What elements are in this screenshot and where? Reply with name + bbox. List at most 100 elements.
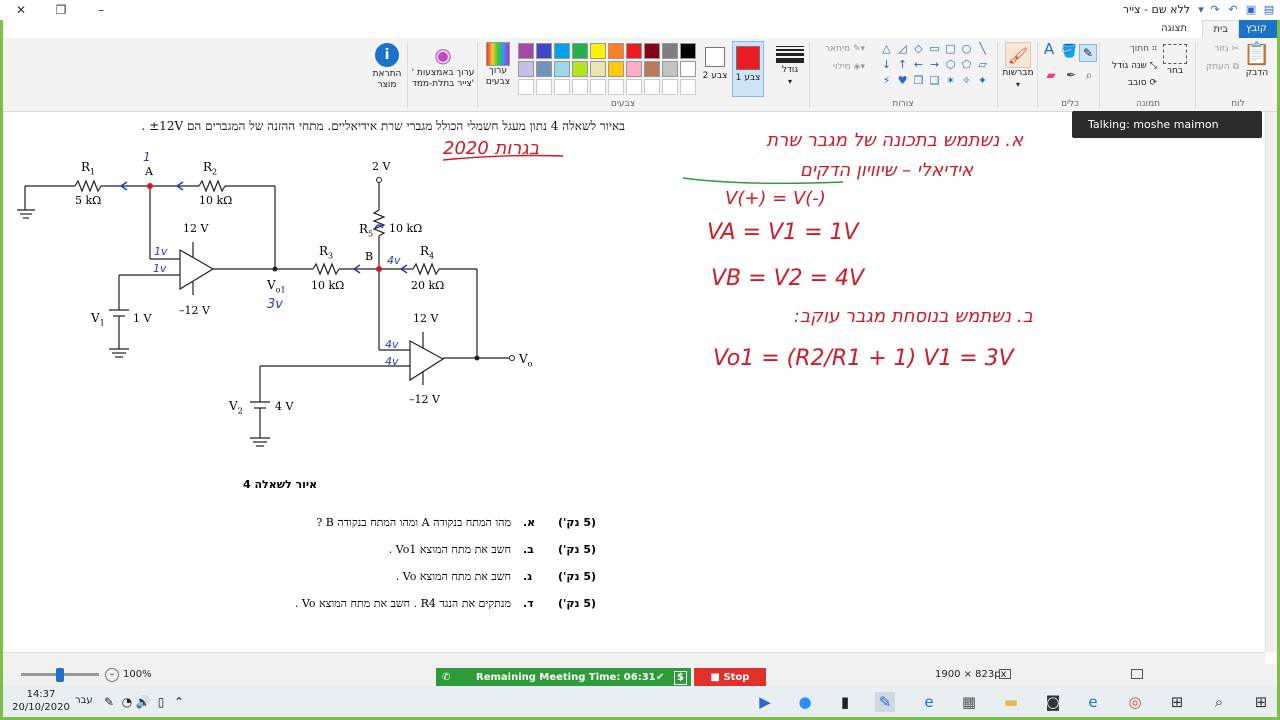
- palette-swatch[interactable]: [572, 43, 588, 59]
- shape-option[interactable]: ↑: [895, 58, 910, 72]
- shape-option[interactable]: ↓: [879, 58, 894, 72]
- shape-option[interactable]: ○: [959, 42, 974, 56]
- palette-swatch-empty[interactable]: [680, 79, 696, 95]
- product-alert-button[interactable]: i התראת מוצר: [369, 42, 405, 91]
- close-icon[interactable]: ✕: [12, 2, 30, 18]
- palette-swatch[interactable]: [554, 61, 570, 77]
- undo-icon[interactable]: ↶: [1226, 3, 1240, 17]
- shape-option[interactable]: ╲: [975, 42, 990, 56]
- palette-swatch[interactable]: [662, 61, 678, 77]
- shape-option[interactable]: ❐: [911, 74, 926, 88]
- start-icon[interactable]: ⊞: [1251, 692, 1271, 712]
- shape-option[interactable]: →: [927, 58, 942, 72]
- ie-icon[interactable]: e: [919, 692, 939, 712]
- chrome-icon[interactable]: ◎: [1125, 692, 1145, 712]
- palette-swatch[interactable]: [626, 61, 642, 77]
- shape-option[interactable]: ▱: [975, 58, 990, 72]
- zoom-out-icon[interactable]: –: [105, 668, 119, 682]
- stop-share-button[interactable]: ■ Stop Share: [694, 668, 766, 702]
- tab-home[interactable]: בית: [1202, 20, 1239, 38]
- palette-swatch[interactable]: [590, 61, 606, 77]
- select-button[interactable]: בחר: [1159, 42, 1191, 77]
- shape-option[interactable]: ⬡: [943, 58, 958, 72]
- palette-swatch-empty[interactable]: [662, 79, 678, 95]
- paste-button[interactable]: 📋 הדבק: [1241, 42, 1273, 79]
- chevron-up-icon[interactable]: ⌃: [169, 692, 189, 712]
- meet-icon[interactable]: ▶: [755, 692, 775, 712]
- paint-canvas[interactable]: באיור לשאלה 4 נתון מעגל חשמלי הכולל מגבר…: [3, 112, 1265, 652]
- copy-button[interactable]: העתק ⧉: [1199, 62, 1239, 73]
- fill-button[interactable]: מילוי ◈▾: [815, 62, 865, 73]
- shape-option[interactable]: ⬠: [959, 58, 974, 72]
- zoom-slider-thumb[interactable]: [56, 668, 64, 682]
- pen-icon[interactable]: ✎: [99, 692, 119, 712]
- size-button[interactable]: גודל ▾: [773, 42, 807, 87]
- paint-app-icon[interactable]: ✎: [875, 692, 895, 712]
- battery-icon[interactable]: ▯: [151, 692, 171, 712]
- pencil-tool-icon[interactable]: ✎: [1079, 44, 1097, 62]
- palette-swatch[interactable]: [626, 43, 642, 59]
- minimize-icon[interactable]: –: [92, 2, 110, 18]
- palette-swatch[interactable]: [680, 43, 696, 59]
- palette-swatch-empty[interactable]: [644, 79, 660, 95]
- crop-button[interactable]: חתוך ⌗: [1103, 44, 1157, 55]
- fill-tool-icon[interactable]: 🪣: [1061, 45, 1077, 58]
- shape-option[interactable]: ✶: [943, 74, 958, 88]
- horizontal-scrollbar[interactable]: [3, 652, 1265, 664]
- customize-icon[interactable]: ▾: [1194, 3, 1208, 17]
- input-language[interactable]: עבר: [75, 695, 93, 706]
- palette-swatch-empty[interactable]: [590, 79, 606, 95]
- palette-swatch[interactable]: [644, 43, 660, 59]
- shape-option[interactable]: ⚡: [879, 74, 894, 88]
- restore-icon[interactable]: ❐: [52, 2, 70, 18]
- magnifier-icon[interactable]: ⌕: [1081, 69, 1097, 81]
- vertical-scrollbar[interactable]: [1265, 112, 1277, 652]
- edge-icon[interactable]: e: [1083, 692, 1103, 712]
- text-tool-icon[interactable]: A: [1041, 42, 1057, 57]
- eraser-tool-icon[interactable]: ▰: [1043, 69, 1059, 81]
- rotate-button[interactable]: סובב ⟳: [1103, 78, 1157, 89]
- shape-option[interactable]: ❏: [927, 74, 942, 88]
- shape-option[interactable]: ✧: [959, 74, 974, 88]
- shape-option[interactable]: ◿: [895, 42, 910, 56]
- shape-option[interactable]: ←: [911, 58, 926, 72]
- paint3d-button[interactable]: ◉ ערוך באמצעות ' צייר בתלת-ממד': [411, 42, 475, 90]
- usb-icon[interactable]: ▮: [835, 692, 855, 712]
- shape-option[interactable]: △: [879, 42, 894, 56]
- shape-option[interactable]: □: [943, 42, 958, 56]
- palette-swatch[interactable]: [536, 43, 552, 59]
- palette-swatch[interactable]: [662, 43, 678, 59]
- palette-swatch[interactable]: [608, 61, 624, 77]
- zoom-app-icon[interactable]: ●: [795, 692, 815, 712]
- shape-option[interactable]: ✦: [975, 74, 990, 88]
- palette-swatch[interactable]: [680, 61, 696, 77]
- clock[interactable]: 14:37 20/10/2020: [11, 688, 71, 714]
- save-icon[interactable]: ▣: [1244, 3, 1258, 17]
- palette-swatch-empty[interactable]: [536, 79, 552, 95]
- palette-swatch[interactable]: [518, 61, 534, 77]
- edit-colors-button[interactable]: ערוך צבעים: [481, 42, 515, 88]
- palette-swatch[interactable]: [644, 61, 660, 77]
- color1-button[interactable]: צבע 1: [732, 41, 764, 97]
- shape-option[interactable]: ▭: [927, 42, 942, 56]
- volume-icon[interactable]: 🔊: [133, 692, 153, 712]
- shape-option[interactable]: ♥: [895, 74, 910, 88]
- tab-file[interactable]: קובץ: [1236, 20, 1277, 38]
- search-icon[interactable]: ⌕: [1209, 692, 1229, 712]
- color2-button[interactable]: צבע 2: [700, 41, 730, 82]
- palette-swatch[interactable]: [572, 61, 588, 77]
- resize-button[interactable]: שנה גודל ⤡: [1103, 61, 1157, 72]
- tab-view[interactable]: תצוגה: [1151, 20, 1197, 38]
- shape-option[interactable]: ◇: [911, 42, 926, 56]
- palette-swatch[interactable]: [608, 43, 624, 59]
- color-picker-icon[interactable]: ✒: [1063, 69, 1079, 81]
- palette-swatch[interactable]: [554, 43, 570, 59]
- palette-swatch-empty[interactable]: [626, 79, 642, 95]
- palette-swatch-empty[interactable]: [518, 79, 534, 95]
- palette-swatch-empty[interactable]: [554, 79, 570, 95]
- palette-swatch[interactable]: [590, 43, 606, 59]
- palette-swatch[interactable]: [518, 43, 534, 59]
- task-view-icon[interactable]: ⊞: [1167, 692, 1187, 712]
- palette-swatch[interactable]: [536, 61, 552, 77]
- palette-swatch-empty[interactable]: [572, 79, 588, 95]
